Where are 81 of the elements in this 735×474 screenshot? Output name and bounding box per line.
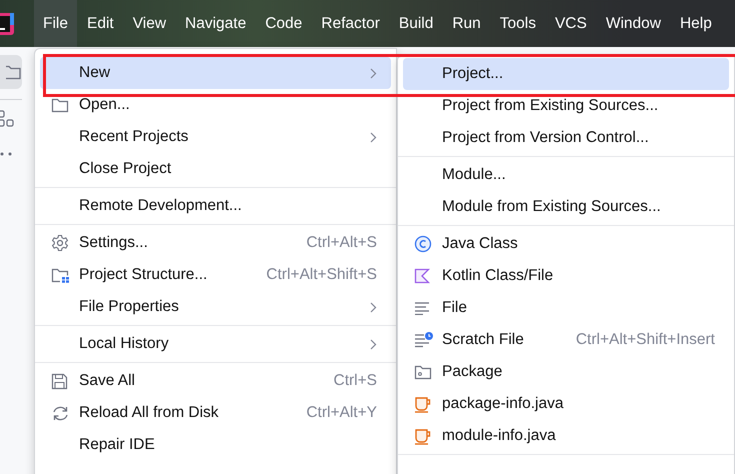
grid-icon[interactable]: [0, 110, 16, 128]
menu-item-label: File: [442, 299, 467, 317]
menu-item-label: Close Project: [79, 160, 172, 178]
menu-bar-item[interactable]: Navigate: [176, 0, 256, 47]
menu-item[interactable]: Project from Version Control...: [403, 122, 729, 154]
folder-icon: [51, 97, 69, 113]
shortcut-text: Ctrl+Alt+S: [306, 234, 377, 252]
menu-item[interactable]: Module from Existing Sources...: [403, 191, 729, 223]
menu-item[interactable]: Close Project: [40, 153, 391, 185]
menu-item-label: Recent Projects: [79, 128, 188, 146]
menu-item-label: Project...: [442, 65, 504, 83]
menu-item[interactable]: File: [403, 292, 729, 324]
menu-item[interactable]: Package: [403, 356, 729, 388]
menu-item-label: Module...: [442, 166, 506, 184]
sidebar-button[interactable]: [0, 55, 22, 89]
menu-item[interactable]: Kotlin Class/File: [403, 260, 729, 292]
menu-item-label: Java Class: [442, 235, 518, 253]
folder-grid-icon: [51, 267, 70, 283]
kotlin-icon: [414, 268, 430, 284]
menu-item[interactable]: Reload All from Disk Ctrl+Alt+Y: [40, 397, 391, 429]
menu-item[interactable]: Save All Ctrl+S: [40, 365, 391, 397]
menu-bar-item[interactable]: File: [34, 0, 77, 47]
menu-item-label: Save All: [79, 372, 136, 390]
menu-item-label: Local History: [79, 335, 169, 353]
menu-item-label: Remote Development...: [79, 197, 242, 215]
text-lines-clock-icon: [414, 332, 433, 348]
package-folder-icon: [414, 364, 432, 380]
menu-bar-item[interactable]: Run: [443, 0, 490, 47]
class-c-icon: [414, 235, 432, 253]
menu-item-label: Project from Existing Sources...: [442, 97, 658, 115]
shortcut-text: Ctrl+S: [334, 372, 377, 390]
menu-item-label: Kotlin Class/File: [442, 267, 554, 285]
menu-item[interactable]: Repair IDE: [40, 429, 391, 461]
menu-bar-item[interactable]: View: [124, 0, 176, 47]
menu-bar-item[interactable]: Refactor: [312, 0, 389, 47]
menu-item-label: package-info.java: [442, 395, 564, 413]
menu-item-label: Scratch File: [442, 331, 524, 349]
menu-item-label: Project Structure...: [79, 266, 208, 284]
menu-item[interactable]: Scratch File Ctrl+Alt+Shift+Insert: [403, 324, 729, 356]
coffee-cup-icon: [414, 428, 432, 444]
text-lines-icon: [414, 301, 430, 315]
menu-item-label: Package: [442, 363, 502, 381]
shortcut-text: Ctrl+Alt+Shift+Insert: [576, 331, 715, 349]
menu-item[interactable]: New: [40, 57, 391, 89]
menu-item-label: Repair IDE: [79, 436, 155, 454]
menu-item-label: Reload All from Disk: [79, 404, 219, 422]
menu-item-label: Open...: [79, 96, 130, 114]
menu-item[interactable]: Local History: [40, 328, 391, 360]
menu-item-label: File Properties: [79, 298, 179, 316]
menu-item-label: Module from Existing Sources...: [442, 198, 661, 216]
coffee-cup-icon: [414, 396, 432, 412]
folder-icon: [6, 64, 22, 80]
menu-bar-item[interactable]: Code: [256, 0, 312, 47]
menu-item[interactable]: Settings... Ctrl+Alt+S: [40, 227, 391, 259]
menu-item[interactable]: package-info.java: [403, 388, 729, 420]
app-logo-icon: [0, 12, 14, 34]
menu-item[interactable]: Open...: [40, 89, 391, 121]
menu-item-label: Project from Version Control...: [442, 129, 649, 147]
menu-item-label: Settings...: [79, 234, 148, 252]
menu-item[interactable]: Project from Existing Sources...: [403, 90, 729, 122]
menu-bar-item[interactable]: VCS: [546, 0, 596, 47]
menu-bar-item[interactable]: Build: [390, 0, 442, 47]
shortcut-text: Ctrl+Alt+Y: [306, 404, 377, 422]
menu-item[interactable]: Project Structure... Ctrl+Alt+Shift+S: [40, 259, 391, 291]
menu-item[interactable]: Project...: [403, 58, 729, 90]
menu-item-label: module-info.java: [442, 427, 556, 445]
menu-bar-item[interactable]: Tools: [490, 0, 545, 47]
more-icon[interactable]: [0, 152, 14, 156]
menu-item[interactable]: module-info.java: [403, 420, 729, 452]
menu-item[interactable]: Java Class: [403, 228, 729, 260]
menu-item[interactable]: Recent Projects: [40, 121, 391, 153]
menu-item-label: New: [79, 64, 110, 82]
menu-item[interactable]: File Properties: [40, 291, 391, 323]
menu-item[interactable]: Module...: [403, 159, 729, 191]
menu-bar-item[interactable]: Window: [596, 0, 670, 47]
menu-bar-item[interactable]: Help: [670, 0, 721, 47]
shortcut-text: Ctrl+Alt+Shift+S: [266, 266, 377, 284]
menu-bar-item[interactable]: Edit: [78, 0, 123, 47]
menu-item[interactable]: Remote Development...: [40, 190, 391, 222]
settings-icon: [51, 234, 69, 252]
reload-icon: [51, 404, 70, 422]
